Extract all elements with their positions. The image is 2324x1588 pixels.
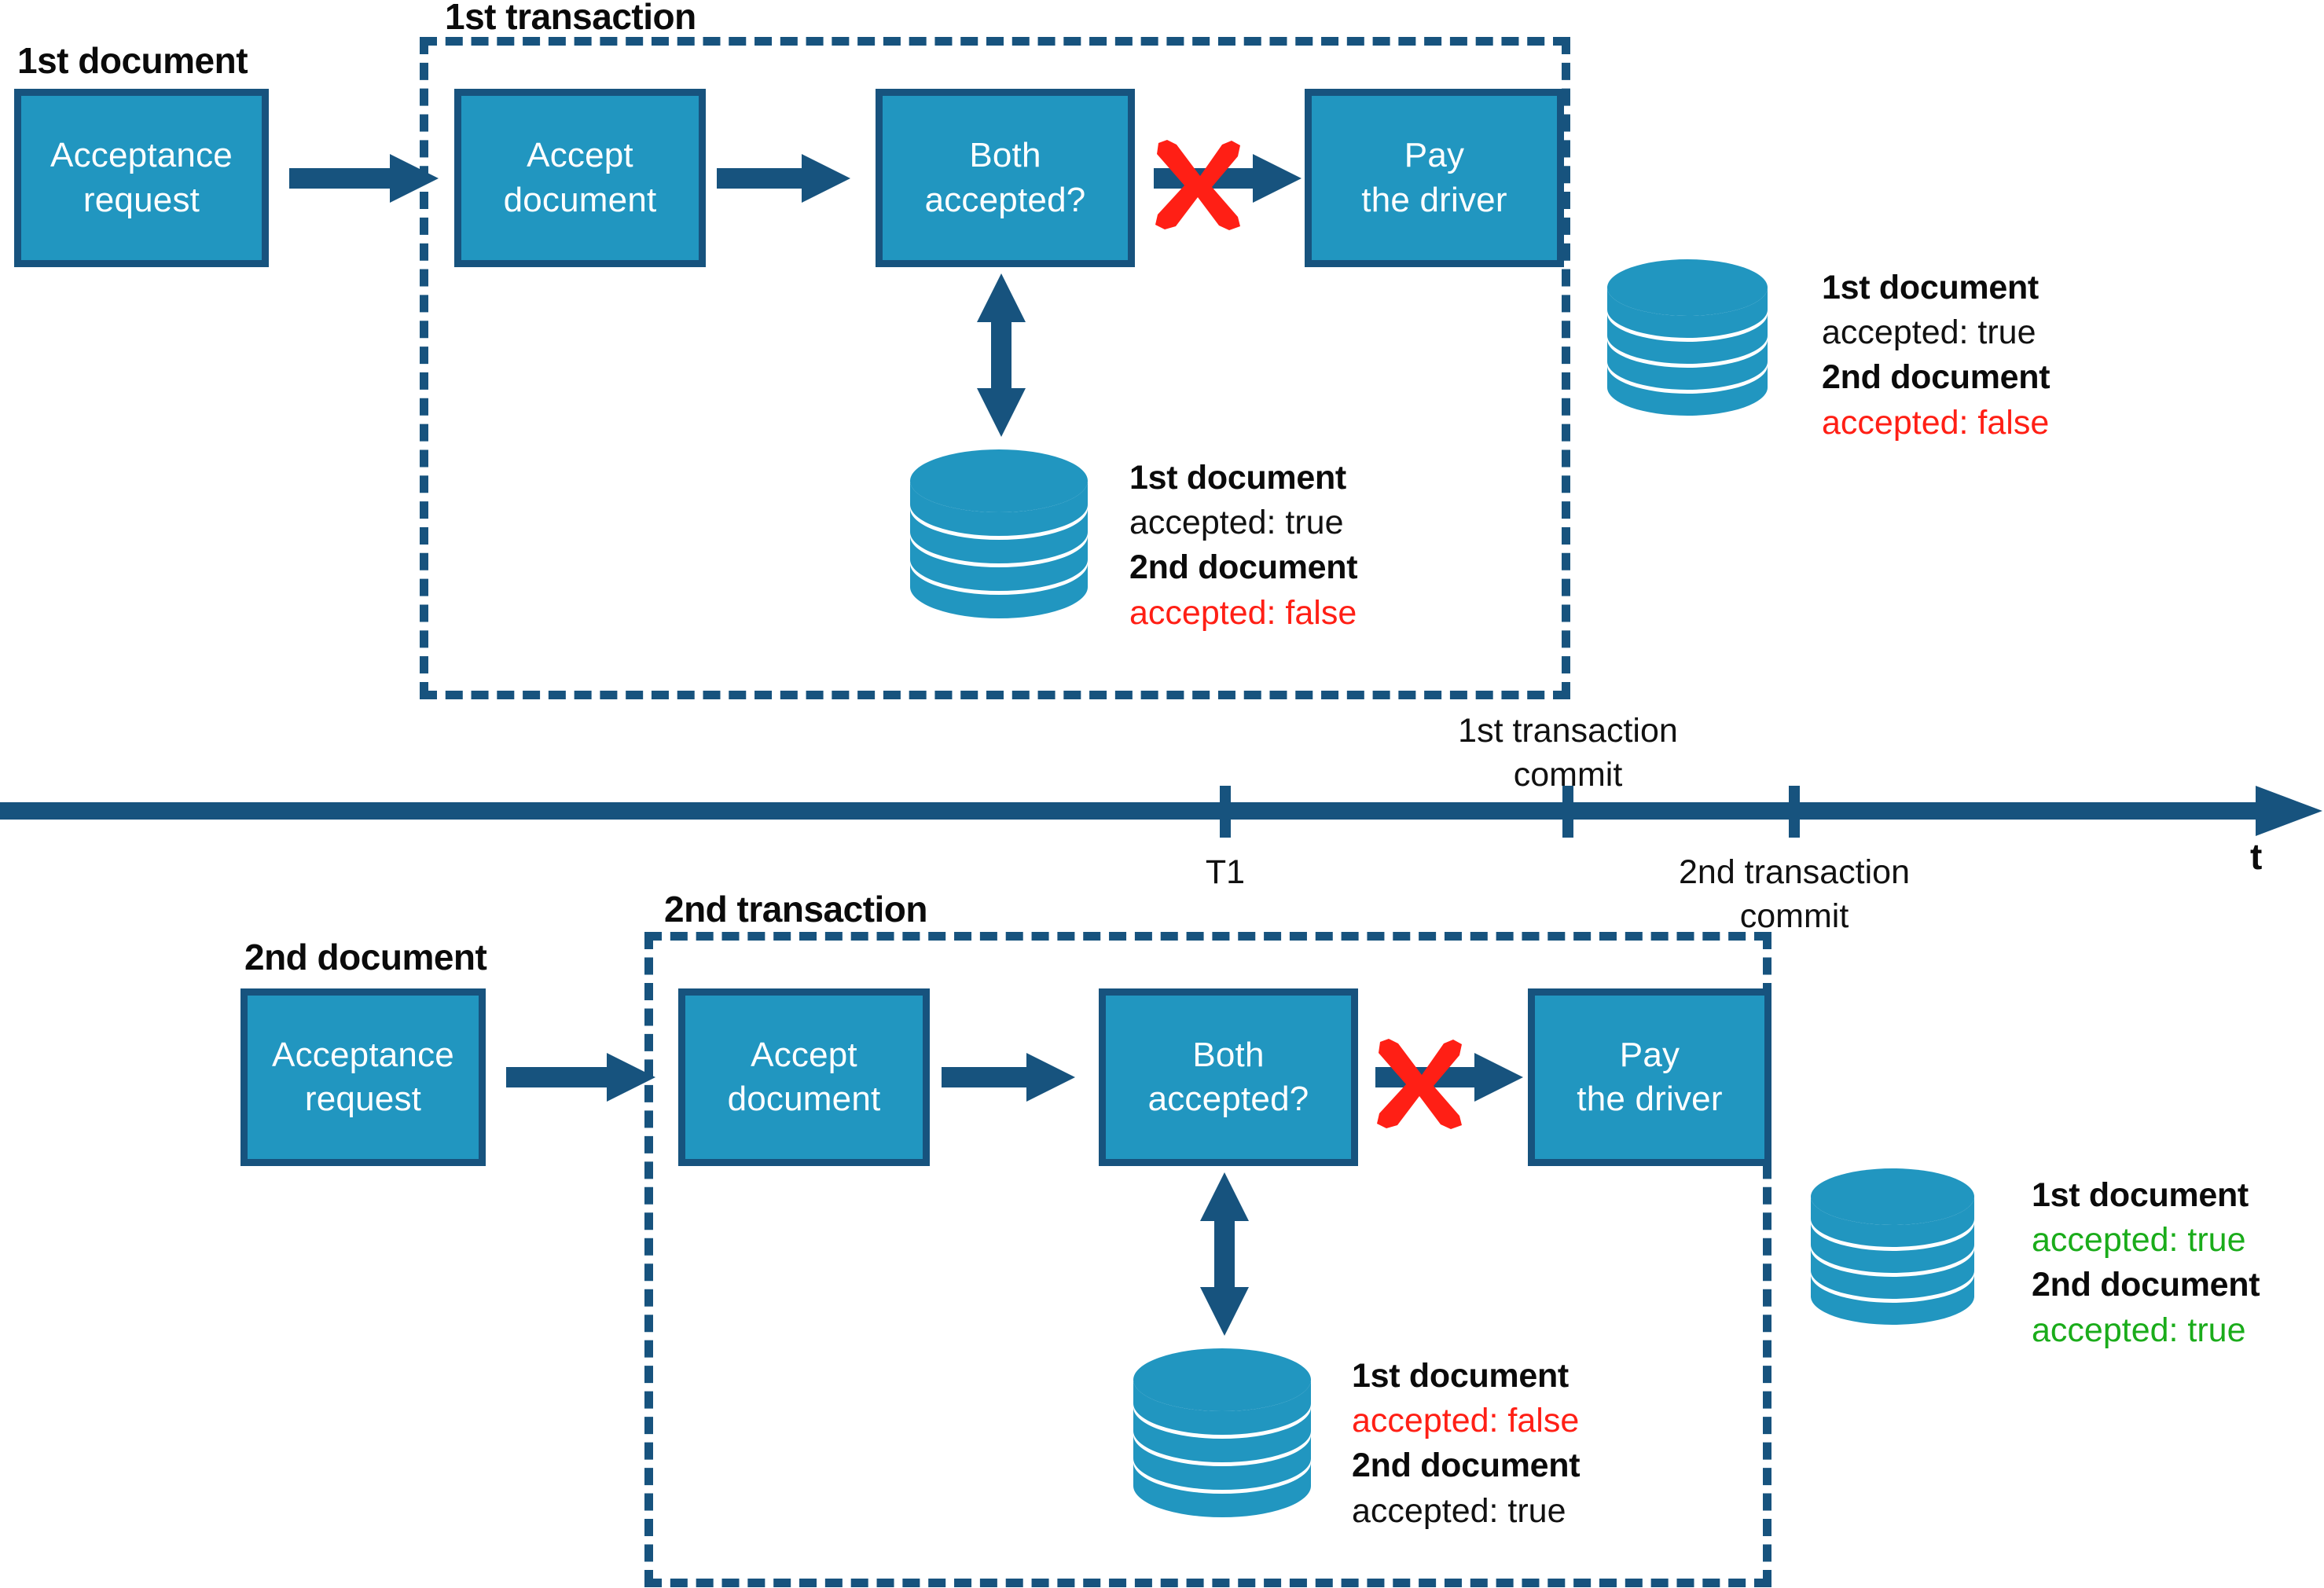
database-icon-top-inner bbox=[910, 449, 1088, 618]
db-key: 2nd document bbox=[1129, 548, 1358, 587]
step-line-1: Acceptance bbox=[50, 136, 233, 175]
diagram-canvas: 1st transaction 1st document Acceptance … bbox=[0, 0, 2324, 1588]
db-key: 1st document bbox=[1352, 1357, 1569, 1395]
db-annotation-bottom-after-commit: 1st document accepted: true 2nd document… bbox=[2032, 1173, 2260, 1353]
arrow-accept-to-both-bottom bbox=[942, 1053, 1075, 1102]
db-key: 1st document bbox=[2032, 1176, 2249, 1214]
db-value: accepted: true bbox=[2032, 1221, 2246, 1260]
db-key: 2nd document bbox=[1352, 1447, 1581, 1485]
timeline-label-second-commit: 2nd transaction commit bbox=[1621, 851, 1967, 939]
timeline-axis bbox=[0, 786, 2322, 836]
timeline-label-line-1: 2nd transaction bbox=[1678, 853, 1911, 891]
db-annotation-top-inner: 1st document accepted: true 2nd document… bbox=[1129, 456, 1358, 636]
step-box-acceptance-request-bottom[interactable]: Acceptance request bbox=[240, 988, 486, 1166]
step-line-2: the driver bbox=[1361, 180, 1507, 219]
step-box-both-accepted-top[interactable]: Both accepted? bbox=[876, 89, 1135, 267]
database-icon-bottom-inner bbox=[1133, 1348, 1311, 1517]
step-box-pay-the-driver-top[interactable]: Pay the driver bbox=[1305, 89, 1564, 267]
step-line-2: document bbox=[727, 1080, 881, 1118]
step-line-2: request bbox=[304, 1080, 422, 1118]
transaction-title-first: 1st transaction bbox=[445, 0, 696, 37]
db-value: accepted: false bbox=[1129, 593, 1357, 632]
step-line-1: Accept bbox=[751, 1035, 857, 1074]
database-icon-top-after-commit bbox=[1607, 259, 1768, 416]
step-line-2: document bbox=[503, 180, 657, 219]
red-cross-icon-bottom bbox=[1377, 1039, 1462, 1129]
arrow-bidirectional-db-bottom bbox=[1200, 1172, 1249, 1336]
source-label-first-document: 1st document bbox=[17, 40, 248, 81]
step-line-2: the driver bbox=[1577, 1080, 1723, 1118]
timeline-axis-label: t bbox=[2250, 836, 2263, 877]
arrow-bidirectional-db-top bbox=[977, 273, 1026, 437]
db-value: accepted: true bbox=[1352, 1491, 1566, 1530]
arrow-request-to-accept-top bbox=[289, 154, 439, 203]
timeline-tick-t1 bbox=[1220, 786, 1231, 838]
db-value: accepted: true bbox=[1822, 314, 2036, 352]
db-value: accepted: true bbox=[2032, 1311, 2246, 1349]
db-key: 2nd document bbox=[2032, 1266, 2260, 1304]
db-annotation-top-after-commit: 1st document accepted: true 2nd document… bbox=[1822, 266, 2050, 446]
db-key: 1st document bbox=[1822, 269, 2039, 306]
step-box-acceptance-request-top[interactable]: Acceptance request bbox=[14, 89, 269, 267]
timeline-label-first-commit: 1st transaction commit bbox=[1438, 710, 1698, 798]
db-annotation-bottom-inner: 1st document accepted: false 2nd documen… bbox=[1352, 1354, 1581, 1534]
db-value: accepted: false bbox=[1822, 403, 2050, 442]
step-box-both-accepted-bottom[interactable]: Both accepted? bbox=[1099, 988, 1358, 1166]
transaction-title-second: 2nd transaction bbox=[664, 889, 928, 930]
timeline-tick-second-commit bbox=[1789, 786, 1800, 838]
source-label-second-document: 2nd document bbox=[244, 937, 487, 977]
database-icon-bottom-after-commit bbox=[1811, 1168, 1974, 1325]
db-value: accepted: true bbox=[1129, 504, 1344, 542]
step-box-accept-document-top[interactable]: Accept document bbox=[454, 89, 706, 267]
arrow-accept-to-both-top bbox=[717, 154, 850, 203]
step-line-1: Pay bbox=[1404, 136, 1465, 175]
db-value: accepted: false bbox=[1352, 1402, 1580, 1440]
step-line-2: request bbox=[83, 180, 200, 219]
step-line-1: Acceptance bbox=[272, 1035, 454, 1074]
timeline-label-line-1: T1 bbox=[1205, 853, 1246, 891]
arrow-request-to-accept-bottom bbox=[506, 1053, 655, 1102]
step-box-accept-document-bottom[interactable]: Accept document bbox=[678, 988, 930, 1166]
timeline-label-line-2: commit bbox=[1513, 755, 1623, 794]
timeline-label-t1: T1 bbox=[1173, 851, 1278, 895]
step-line-2: accepted? bbox=[924, 180, 1086, 219]
step-line-2: accepted? bbox=[1147, 1080, 1309, 1118]
red-cross-icon-top bbox=[1155, 140, 1240, 230]
step-line-1: Pay bbox=[1619, 1035, 1680, 1074]
db-key: 1st document bbox=[1129, 459, 1346, 497]
step-line-1: Accept bbox=[527, 136, 633, 175]
step-line-1: Both bbox=[969, 136, 1041, 175]
step-line-1: Both bbox=[1192, 1035, 1265, 1074]
step-box-pay-the-driver-bottom[interactable]: Pay the driver bbox=[1528, 988, 1771, 1166]
db-key: 2nd document bbox=[1822, 358, 2050, 397]
timeline-label-line-1: 1st transaction bbox=[1458, 712, 1678, 750]
